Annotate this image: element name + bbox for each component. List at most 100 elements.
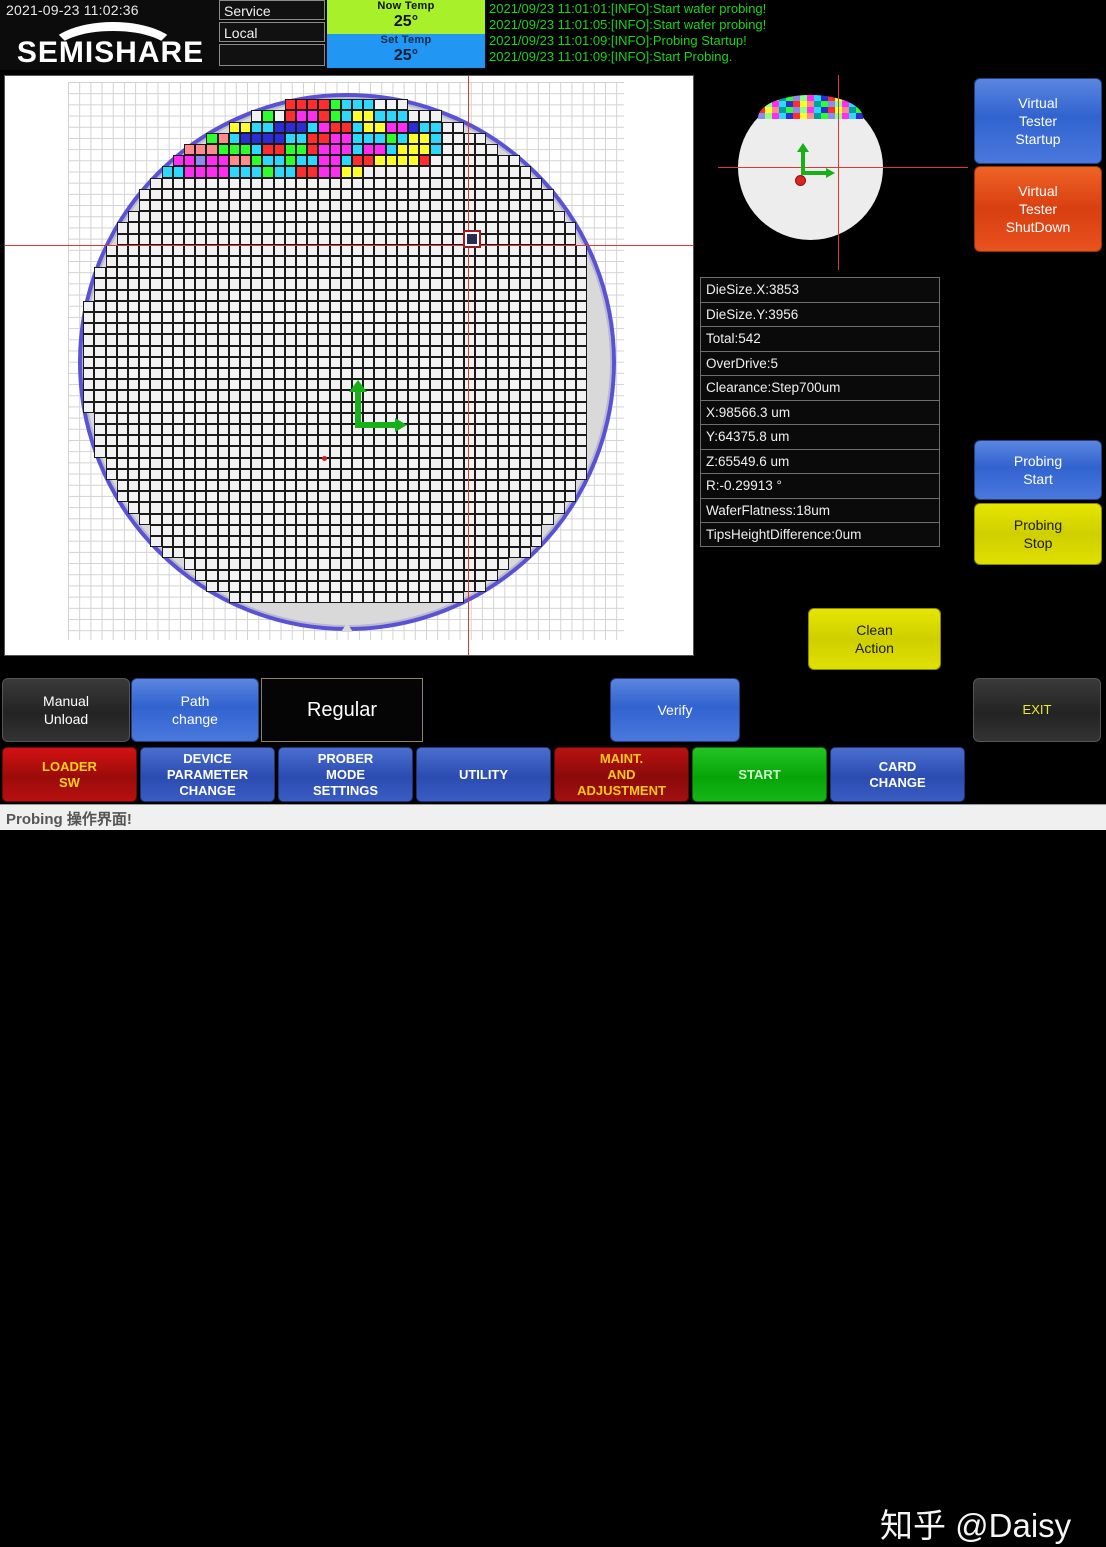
die-cell[interactable] (262, 244, 274, 256)
die-cell[interactable] (217, 558, 229, 570)
die-cell[interactable] (172, 166, 184, 178)
die-cell[interactable] (576, 267, 588, 279)
die-cell[interactable] (340, 211, 352, 223)
die-cell[interactable] (228, 513, 240, 525)
die-cell[interactable] (441, 334, 453, 346)
die-cell[interactable] (408, 267, 420, 279)
utility-button[interactable]: UTILITY (416, 747, 551, 802)
die-cell[interactable] (251, 334, 263, 346)
die-cell[interactable] (531, 312, 543, 324)
die-cell[interactable] (430, 334, 442, 346)
die-cell[interactable] (251, 491, 263, 503)
die-cell[interactable] (340, 569, 352, 581)
die-cell[interactable] (128, 457, 140, 469)
die-cell[interactable] (452, 480, 464, 492)
die-cell[interactable] (273, 211, 285, 223)
die-cell[interactable] (396, 513, 408, 525)
die-cell[interactable] (329, 412, 341, 424)
die-cell[interactable] (475, 256, 487, 268)
die-cell[interactable] (363, 480, 375, 492)
device-parameter-change-button[interactable]: DEVICE PARAMETER CHANGE (140, 747, 275, 802)
die-cell[interactable] (184, 412, 196, 424)
die-cell[interactable] (385, 468, 397, 480)
die-cell[interactable] (184, 345, 196, 357)
die-cell[interactable] (396, 312, 408, 324)
die-cell[interactable] (374, 144, 386, 156)
die-cell[interactable] (464, 200, 476, 212)
die-cell[interactable] (195, 312, 207, 324)
die-cell[interactable] (329, 390, 341, 402)
die-cell[interactable] (508, 300, 520, 312)
die-cell[interactable] (352, 345, 364, 357)
die-cell[interactable] (228, 491, 240, 503)
die-cell[interactable] (172, 200, 184, 212)
die-cell[interactable] (396, 536, 408, 548)
die-cell[interactable] (296, 121, 308, 133)
die-cell[interactable] (564, 300, 576, 312)
die-cell[interactable] (497, 200, 509, 212)
die-cell[interactable] (150, 323, 162, 335)
die-cell[interactable] (262, 424, 274, 436)
die-cell[interactable] (340, 233, 352, 245)
die-cell[interactable] (452, 592, 464, 604)
die-cell[interactable] (531, 345, 543, 357)
die-cell[interactable] (340, 502, 352, 514)
die-cell[interactable] (172, 177, 184, 189)
die-cell[interactable] (520, 312, 532, 324)
die-cell[interactable] (296, 155, 308, 167)
die-cell[interactable] (228, 569, 240, 581)
die-cell[interactable] (396, 289, 408, 301)
die-cell[interactable] (217, 368, 229, 380)
die-cell[interactable] (284, 424, 296, 436)
die-cell[interactable] (374, 323, 386, 335)
die-cell[interactable] (228, 435, 240, 447)
die-cell[interactable] (340, 592, 352, 604)
die-cell[interactable] (184, 356, 196, 368)
die-cell[interactable] (520, 457, 532, 469)
die-cell[interactable] (172, 289, 184, 301)
die-cell[interactable] (441, 155, 453, 167)
die-cell[interactable] (340, 166, 352, 178)
die-cell[interactable] (363, 99, 375, 111)
die-cell[interactable] (430, 368, 442, 380)
die-cell[interactable] (217, 300, 229, 312)
die-cell[interactable] (318, 592, 330, 604)
die-cell[interactable] (116, 424, 128, 436)
die-cell[interactable] (475, 424, 487, 436)
die-cell[interactable] (542, 188, 554, 200)
die-cell[interactable] (128, 267, 140, 279)
die-cell[interactable] (553, 356, 565, 368)
die-cell[interactable] (352, 312, 364, 324)
die-cell[interactable] (228, 300, 240, 312)
die-cell[interactable] (520, 334, 532, 346)
die-cell[interactable] (374, 222, 386, 234)
die-cell[interactable] (161, 166, 173, 178)
die-cell[interactable] (508, 356, 520, 368)
die-cell[interactable] (508, 536, 520, 548)
die-cell[interactable] (195, 278, 207, 290)
die-cell[interactable] (576, 312, 588, 324)
die-cell[interactable] (419, 211, 431, 223)
die-cell[interactable] (172, 524, 184, 536)
die-cell[interactable] (553, 379, 565, 391)
die-cell[interactable] (262, 592, 274, 604)
die-cell[interactable] (385, 244, 397, 256)
die-cell[interactable] (150, 390, 162, 402)
die-cell[interactable] (363, 256, 375, 268)
die-cell[interactable] (508, 278, 520, 290)
die-cell[interactable] (508, 424, 520, 436)
die-cell[interactable] (228, 334, 240, 346)
die-cell[interactable] (307, 401, 319, 413)
die-cell[interactable] (273, 390, 285, 402)
die-cell[interactable] (228, 379, 240, 391)
die-cell[interactable] (363, 121, 375, 133)
die-cell[interactable] (520, 356, 532, 368)
die-cell[interactable] (553, 457, 565, 469)
die-cell[interactable] (531, 480, 543, 492)
die-cell[interactable] (329, 132, 341, 144)
die-cell[interactable] (486, 267, 498, 279)
die-cell[interactable] (116, 312, 128, 324)
die-cell[interactable] (228, 132, 240, 144)
die-cell[interactable] (452, 390, 464, 402)
die-cell[interactable] (296, 547, 308, 559)
